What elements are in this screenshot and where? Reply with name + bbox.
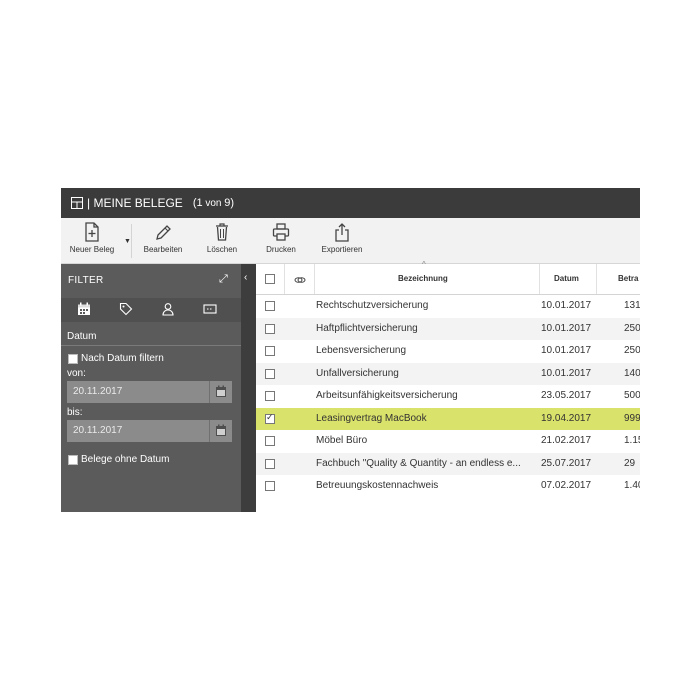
filter-by-date-label: Nach Datum filtern bbox=[81, 353, 164, 364]
delete-button[interactable]: Löschen bbox=[199, 222, 245, 254]
row-name: Arbeitsunfähigkeitsversicherung bbox=[316, 390, 458, 401]
row-amount: 140 bbox=[624, 367, 640, 379]
to-date-input[interactable]: 20.11.2017 bbox=[67, 420, 212, 442]
row-date: 23.05.2017 bbox=[541, 390, 592, 401]
row-amount: 29 bbox=[624, 457, 636, 469]
from-calendar-button[interactable] bbox=[209, 381, 232, 403]
filter-by-date-checkbox[interactable] bbox=[68, 354, 78, 364]
table-row[interactable]: Arbeitsunfähigkeitsversicherung 23.05.201… bbox=[256, 385, 640, 407]
row-name: Fachbuch "Quality & Quantity - an endles… bbox=[316, 457, 521, 469]
calendar-icon bbox=[216, 424, 226, 436]
toolbar-divider bbox=[131, 224, 132, 258]
row-name: Haftpflichtversicherung bbox=[316, 322, 418, 334]
row-amount: 500 bbox=[624, 390, 640, 401]
table-header: ^ Bezeichnung Datum Betra bbox=[256, 260, 640, 295]
row-checkbox[interactable] bbox=[265, 436, 275, 446]
row-amount: 250 bbox=[624, 322, 640, 334]
pencil-icon bbox=[137, 222, 189, 242]
to-label: bis: bbox=[67, 407, 83, 418]
date-section-header: Datum bbox=[61, 327, 241, 346]
row-checkbox[interactable] bbox=[265, 458, 275, 469]
toolbar: Neuer Beleg ▼ Bearbeiten Löschen Drucken bbox=[61, 218, 640, 264]
new-document-icon bbox=[65, 222, 119, 242]
layout-icon[interactable] bbox=[71, 197, 83, 209]
export-icon bbox=[315, 222, 369, 242]
expand-icon[interactable]: ⤢ bbox=[219, 273, 228, 286]
filter-type-tabs bbox=[61, 298, 241, 322]
row-name: Möbel Büro bbox=[316, 435, 368, 446]
filter-header: FILTER bbox=[68, 275, 104, 286]
row-checkbox[interactable] bbox=[265, 391, 275, 401]
row-checkbox[interactable] bbox=[265, 412, 275, 424]
export-button[interactable]: Exportieren bbox=[315, 222, 369, 254]
chevron-left-icon[interactable]: ‹ bbox=[244, 272, 247, 283]
table-row[interactable]: Möbel Büro 21.02.2017 1.153 bbox=[256, 430, 640, 452]
from-date-input[interactable]: 20.11.2017 bbox=[67, 381, 212, 403]
trash-icon bbox=[199, 222, 245, 242]
from-label: von: bbox=[67, 368, 86, 379]
documents-table: ^ Bezeichnung Datum Betra Rechtschutzver… bbox=[256, 260, 640, 512]
row-checkbox[interactable] bbox=[265, 301, 275, 311]
select-all-checkbox[interactable] bbox=[265, 274, 275, 284]
row-name: Lebensversicherung bbox=[316, 345, 407, 356]
table-row[interactable]: Leasingvertrag MacBook 19.04.2017 999 bbox=[256, 407, 640, 430]
column-header-name[interactable]: Bezeichnung bbox=[398, 264, 448, 294]
column-header-date[interactable]: Datum bbox=[554, 264, 579, 294]
new-document-button[interactable]: Neuer Beleg bbox=[65, 222, 119, 254]
table-row[interactable]: Unfallversicherung 10.01.2017 140 bbox=[256, 362, 640, 385]
to-calendar-button[interactable] bbox=[209, 420, 232, 442]
row-amount: 131 bbox=[624, 300, 640, 311]
row-name: Unfallversicherung bbox=[316, 367, 399, 379]
title-bar: | MEINE BELEGE (1 von 9) bbox=[61, 188, 640, 218]
row-checkbox[interactable] bbox=[265, 481, 275, 491]
row-date: 07.02.2017 bbox=[541, 480, 592, 491]
table-row[interactable]: Fachbuch "Quality & Quantity - an endles… bbox=[256, 452, 640, 475]
row-date: 10.01.2017 bbox=[541, 322, 592, 334]
row-name: Rechtschutzversicherung bbox=[316, 300, 429, 311]
table-row[interactable]: Lebensversicherung 10.01.2017 250 bbox=[256, 340, 640, 362]
filter-panel: FILTER ⤢ Datum Nach Datum filtern von: 2… bbox=[61, 264, 241, 512]
window-title: | MEINE BELEGE bbox=[87, 196, 183, 210]
row-amount: 1.400 bbox=[624, 480, 640, 491]
row-date: 25.07.2017 bbox=[541, 457, 592, 469]
panel-collapse-bar[interactable]: ‹ bbox=[241, 264, 256, 512]
printer-icon bbox=[257, 222, 305, 242]
amount-icon[interactable] bbox=[203, 302, 219, 318]
tag-icon[interactable] bbox=[119, 302, 135, 318]
attachment-icon[interactable] bbox=[294, 273, 306, 291]
row-amount: 999 bbox=[624, 412, 640, 424]
row-name: Betreuungskostennachweis bbox=[316, 480, 439, 491]
row-checkbox[interactable] bbox=[265, 346, 275, 356]
no-date-label: Belege ohne Datum bbox=[81, 454, 170, 465]
row-checkbox[interactable] bbox=[265, 368, 275, 379]
row-name: Leasingvertrag MacBook bbox=[316, 412, 427, 424]
row-amount: 1.153 bbox=[624, 435, 640, 446]
record-counter: (1 von 9) bbox=[192, 197, 235, 209]
calendar-icon[interactable] bbox=[77, 302, 93, 318]
row-date: 10.01.2017 bbox=[541, 345, 592, 356]
row-date: 10.01.2017 bbox=[541, 300, 592, 311]
column-header-amount[interactable]: Betra bbox=[618, 264, 638, 294]
print-button[interactable]: Drucken bbox=[257, 222, 305, 254]
app-window: | MEINE BELEGE (1 von 9) Neuer Beleg ▼ B… bbox=[61, 188, 640, 512]
row-amount: 250 bbox=[624, 345, 640, 356]
person-icon[interactable] bbox=[161, 302, 177, 318]
new-dropdown-caret-icon[interactable]: ▼ bbox=[124, 238, 131, 245]
table-row[interactable]: Haftpflichtversicherung 10.01.2017 250 bbox=[256, 317, 640, 340]
table-row[interactable]: Betreuungskostennachweis 07.02.2017 1.400 bbox=[256, 475, 640, 497]
edit-button[interactable]: Bearbeiten bbox=[137, 222, 189, 254]
row-date: 10.01.2017 bbox=[541, 367, 592, 379]
row-date: 19.04.2017 bbox=[541, 412, 592, 424]
no-date-checkbox[interactable] bbox=[68, 455, 78, 465]
row-checkbox[interactable] bbox=[265, 323, 275, 334]
table-row[interactable]: Rechtschutzversicherung 10.01.2017 131 bbox=[256, 295, 640, 317]
calendar-icon bbox=[216, 385, 226, 397]
row-date: 21.02.2017 bbox=[541, 435, 592, 446]
